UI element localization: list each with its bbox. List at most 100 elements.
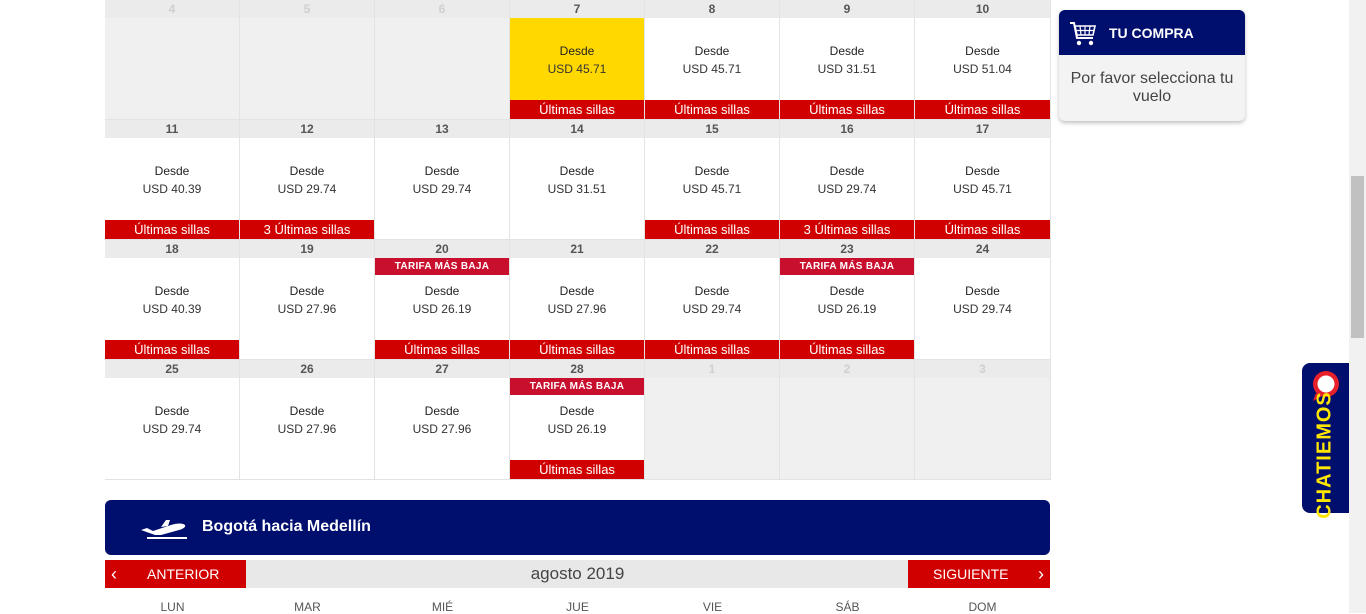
chevron-right-icon: › xyxy=(1038,564,1044,584)
calendar-day[interactable]: 26 Desde USD 27.96 xyxy=(240,360,375,480)
from-label: Desde xyxy=(289,404,325,418)
last-seats-badge: Últimas sillas xyxy=(645,100,779,120)
fare-price: USD 26.19 xyxy=(817,302,877,316)
fare-price: USD 45.71 xyxy=(682,182,742,196)
day-body xyxy=(105,18,239,120)
fare-price: USD 45.71 xyxy=(682,62,742,76)
scrollbar-thumb[interactable] xyxy=(1351,176,1364,338)
day-body: Desde USD 31.51 xyxy=(510,138,644,240)
fare-price: USD 40.39 xyxy=(142,182,202,196)
last-seats-badge: Últimas sillas xyxy=(780,340,914,360)
calendar-day[interactable]: 21 Desde USD 27.96 Últimas sillas xyxy=(510,240,645,360)
day-number: 10 xyxy=(915,0,1050,18)
calendar-day[interactable]: 13 Desde USD 29.74 xyxy=(375,120,510,240)
next-month-button[interactable]: SIGUIENTE › xyxy=(908,560,1050,588)
calendar-day[interactable]: 19 Desde USD 27.96 xyxy=(240,240,375,360)
last-seats-badge: Últimas sillas xyxy=(915,100,1050,120)
calendar-day[interactable]: 16 Desde USD 29.74 3 Últimas sillas xyxy=(780,120,915,240)
calendar-day[interactable]: 18 Desde USD 40.39 Últimas sillas xyxy=(105,240,240,360)
day-number: 4 xyxy=(105,0,239,18)
calendar-day[interactable]: 11 Desde USD 40.39 Últimas sillas xyxy=(105,120,240,240)
calendar-day[interactable]: 24 Desde USD 29.74 xyxy=(915,240,1051,360)
from-label: Desde xyxy=(694,284,730,298)
chat-button[interactable]: CHATIEMOS xyxy=(1302,363,1349,519)
last-seats-badge: Últimas sillas xyxy=(510,340,644,360)
fare-price: USD 29.74 xyxy=(682,302,742,316)
calendar-day[interactable]: 28 TARIFA MÁS BAJA Desde USD 26.19 Últimas s… xyxy=(510,360,645,480)
day-number: 16 xyxy=(780,120,914,138)
from-label: Desde xyxy=(559,284,595,298)
last-seats-badge: Últimas sillas xyxy=(780,100,914,120)
fare-price: USD 51.04 xyxy=(953,62,1012,76)
calendar-day[interactable]: 7 Desde USD 45.71 Últimas sillas xyxy=(510,0,645,120)
day-number: 2 xyxy=(780,360,914,378)
day-body xyxy=(375,18,509,120)
lowest-fare-badge: TARIFA MÁS BAJA xyxy=(375,258,509,275)
weekday-label: MAR xyxy=(294,600,321,614)
from-label: Desde xyxy=(965,164,1000,178)
calendar-day[interactable]: 12 Desde USD 29.74 3 Últimas sillas xyxy=(240,120,375,240)
calendar-day[interactable]: 25 Desde USD 29.74 xyxy=(105,360,240,480)
day-body xyxy=(645,378,779,480)
route-title: Bogotá hacia Medellín xyxy=(202,518,371,535)
day-body: Desde USD 29.74 xyxy=(375,138,509,240)
calendar-day[interactable]: 10 Desde USD 51.04 Últimas sillas xyxy=(915,0,1051,120)
calendar-week: 4 5 6 7 Desde USD 45.71 Últimas sillas 8 Desde US… xyxy=(105,0,1051,120)
from-label: Desde xyxy=(829,284,865,298)
day-number: 9 xyxy=(780,0,914,18)
day-number: 21 xyxy=(510,240,644,258)
weekday-label: DOM xyxy=(968,600,997,614)
chat-label: CHATIEMOS xyxy=(1313,391,1336,519)
day-body: Desde USD 45.71 Últimas sillas xyxy=(915,138,1050,240)
calendar-week: 25 Desde USD 29.74 26 Desde USD 27.96 27 Desde U… xyxy=(105,360,1051,480)
weekday-label: VIE xyxy=(702,600,723,614)
last-seats-badge: Últimas sillas xyxy=(645,220,779,240)
day-number: 25 xyxy=(105,360,239,378)
calendar-day[interactable]: 27 Desde USD 27.96 xyxy=(375,360,510,480)
calendar-day[interactable]: 15 Desde USD 45.71 Últimas sillas xyxy=(645,120,780,240)
cart-message: Por favor selecciona tu vuelo xyxy=(1070,70,1234,105)
day-body: Desde USD 27.96 xyxy=(240,258,374,360)
calendar-week: 18 Desde USD 40.39 Últimas sillas 19 Desde USD… xyxy=(105,240,1051,360)
from-label: Desde xyxy=(289,164,325,178)
from-label: Desde xyxy=(154,404,190,418)
fare-price: USD 45.71 xyxy=(547,62,607,76)
from-label: Desde xyxy=(965,44,1000,58)
day-number: 13 xyxy=(375,120,509,138)
from-label: Desde xyxy=(424,284,460,298)
calendar-day[interactable]: 14 Desde USD 31.51 xyxy=(510,120,645,240)
last-seats-badge: Últimas sillas xyxy=(105,340,239,360)
calendar-day[interactable]: 20 TARIFA MÁS BAJA Desde USD 26.19 Últimas s… xyxy=(375,240,510,360)
day-body xyxy=(915,378,1050,480)
from-label: Desde xyxy=(424,164,460,178)
calendar-day[interactable]: 8 Desde USD 45.71 Últimas sillas xyxy=(645,0,780,120)
day-body: Desde USD 29.74 xyxy=(915,258,1050,360)
from-label: Desde xyxy=(154,164,190,178)
from-label: Desde xyxy=(289,284,325,298)
page-scrollbar[interactable] xyxy=(1349,0,1366,613)
day-number: 24 xyxy=(915,240,1050,258)
calendar-day[interactable]: 23 TARIFA MÁS BAJA Desde USD 26.19 Últimas s… xyxy=(780,240,915,360)
fare-price: USD 29.74 xyxy=(953,302,1012,316)
route-header: Bogotá hacia Medellín xyxy=(105,500,1050,555)
calendar-day[interactable]: 17 Desde USD 45.71 Últimas sillas xyxy=(915,120,1051,240)
last-seats-badge: 3 Últimas sillas xyxy=(240,220,374,240)
from-label: Desde xyxy=(559,44,595,58)
previous-month-button[interactable]: ‹ ANTERIOR xyxy=(105,560,246,588)
weekday-header: LUN MAR MIÉ JUE VIE SÁB DOM xyxy=(105,598,1050,614)
day-body xyxy=(780,378,914,480)
cart-summary: TU COMPRA Por favor selecciona tu vuelo xyxy=(1059,10,1245,121)
day-number: 1 xyxy=(645,360,779,378)
last-seats-badge: Últimas sillas xyxy=(510,460,644,480)
last-seats-badge: 3 Últimas sillas xyxy=(780,220,914,240)
fare-price: USD 45.71 xyxy=(953,182,1012,196)
lowest-fare-badge: TARIFA MÁS BAJA xyxy=(510,378,644,395)
calendar-day[interactable]: 9 Desde USD 31.51 Últimas sillas xyxy=(780,0,915,120)
day-body: TARIFA MÁS BAJA Desde USD 26.19 Últimas sil… xyxy=(375,258,509,360)
day-body: Desde USD 40.39 Últimas sillas xyxy=(105,258,239,360)
calendar-day-disabled: 2 xyxy=(780,360,915,480)
calendar-day[interactable]: 22 Desde USD 29.74 Últimas sillas xyxy=(645,240,780,360)
last-seats-badge: Últimas sillas xyxy=(915,220,1050,240)
fare-price: USD 29.74 xyxy=(142,422,202,436)
from-label: Desde xyxy=(829,44,865,58)
